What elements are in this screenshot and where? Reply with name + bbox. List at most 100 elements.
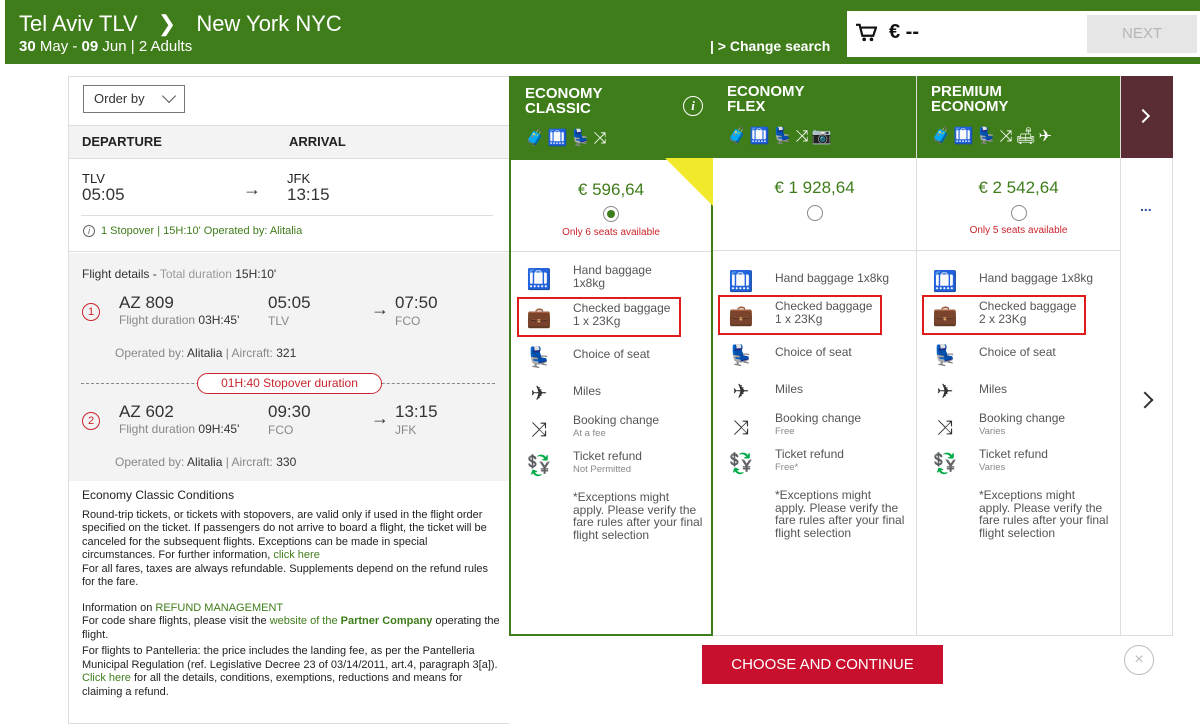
checked-baggage-icon: 💼 — [526, 307, 552, 329]
flight-summary[interactable]: TLV 05:05 → JFK 13:15 — [69, 159, 510, 252]
order-by-label: Order by — [94, 91, 145, 106]
segment-flight: AZ 809 — [119, 293, 174, 312]
choose-and-continue-button[interactable]: CHOOSE AND CONTINUE — [702, 645, 943, 684]
destination: New York NYC — [196, 11, 342, 36]
total-duration-value: 15H:10' — [235, 267, 277, 281]
hand-baggage-icon: 🛄 — [932, 271, 958, 293]
fare-radio[interactable] — [1011, 205, 1027, 221]
exceptions-note: *Exceptions might apply. Please verify t… — [775, 488, 905, 540]
seat-icon: 💺 — [526, 347, 552, 369]
fare-price: € 596,64 — [577, 180, 645, 199]
refund-click-here-link[interactable]: Click here — [82, 672, 131, 684]
refund-icon: 💱 — [526, 455, 552, 477]
fare-radio[interactable] — [807, 205, 823, 221]
conditions-paragraph: For all fares, taxes are always refundab… — [82, 562, 489, 589]
summary-dep-time: 05:05 — [82, 185, 125, 204]
partner-website-link[interactable]: website of the Partner Company — [270, 615, 433, 627]
bottom-divider — [713, 635, 1173, 636]
feature-seat: 💺 Choice of seat — [525, 342, 705, 378]
top-bar: Tel Aviv TLV ❯ New York NYC 30 May - 09 … — [5, 0, 1200, 64]
fare-economy-classic[interactable]: ECONOMY CLASSIC i 🧳🛄💺⤨ € 596,64 Only 6 s… — [509, 76, 713, 636]
segment-operator: Operated by: Alitalia | Aircraft: 321 — [115, 346, 297, 360]
fare-radio[interactable] — [603, 206, 619, 222]
click-here-link[interactable]: click here — [273, 549, 319, 561]
pantelleria-paragraph: For flights to Pantelleria: the price in… — [82, 645, 498, 671]
refund-management-link[interactable]: REFUND MANAGEMENT — [155, 602, 283, 614]
segment-number: 2 — [82, 412, 100, 430]
feature-ticket-refund: 💱 Ticket refund Varies — [931, 448, 1111, 484]
fare-title: ECONOMY FLEX — [727, 83, 805, 115]
refund-icon: 💱 — [728, 453, 754, 475]
hand-baggage-icon: 🛄 — [526, 269, 552, 291]
stopover-duration-pill: 01H:40 Stopover duration — [197, 373, 382, 394]
feature-ticket-refund: 💱 Ticket refund Not Permitted — [525, 450, 705, 486]
order-by-select[interactable]: Order by — [83, 85, 185, 113]
arrow-right-icon: → — [371, 299, 389, 319]
arrival-header: ARRIVAL — [289, 134, 346, 149]
fare-header: ECONOMY CLASSIC i 🧳🛄💺⤨ — [511, 78, 711, 160]
refund-icon: 💱 — [932, 453, 958, 475]
date-to-month: Jun — [102, 38, 127, 55]
segment-flight: AZ 602 — [119, 402, 174, 421]
next-button[interactable]: NEXT — [1087, 15, 1197, 53]
route-title: Tel Aviv TLV ❯ New York NYC — [19, 11, 342, 37]
arrow-right-icon: → — [371, 408, 389, 428]
close-icon[interactable]: × — [1124, 645, 1154, 675]
feature-miles: ✈ Miles — [525, 378, 705, 414]
hand-baggage-icon: 🛄 — [728, 271, 754, 293]
next-fares-button[interactable] — [1121, 76, 1173, 158]
segment-arr-time: 13:15 — [395, 402, 438, 421]
fare-title: PREMIUM ECONOMY — [931, 83, 1009, 115]
miles-wing-icon: ✈ — [530, 383, 548, 405]
more-dots[interactable]: ... — [1140, 198, 1152, 214]
refund-info: Information on REFUND MANAGEMENT — [82, 601, 284, 614]
segment-arr-airport: JFK — [395, 423, 417, 437]
shuffle-icon: ⤨ — [733, 417, 749, 439]
arrow-right-icon: → — [243, 179, 261, 199]
fare-feature-icons: 🧳🛄💺⤨🛋✈ — [931, 128, 1055, 145]
trip-dates: 30 May - 09 Jun | 2 Adults — [19, 38, 193, 55]
seat-icon: 💺 — [728, 345, 754, 367]
feature-booking-change: ⤨ Booking change Free — [727, 412, 907, 448]
total-duration-label: Total duration — [159, 267, 232, 281]
chevron-right-icon — [1135, 108, 1151, 124]
feature-booking-change: ⤨ Booking change Varies — [931, 412, 1111, 448]
summary-dep-code: TLV — [82, 171, 105, 186]
feature-hand-baggage: 🛄 Hand baggage 1x8kg — [525, 264, 705, 300]
info-icon: i — [83, 225, 95, 237]
segment-number: 1 — [82, 303, 100, 321]
fare-price: € 2 542,64 — [978, 178, 1059, 197]
exceptions-note: *Exceptions might apply. Please verify t… — [573, 490, 703, 542]
segment-dep-airport: FCO — [268, 423, 294, 437]
feature-checked-baggage: 💼 Checked baggage 2 x 23Kg — [931, 300, 1111, 336]
fare-divider — [917, 250, 1120, 251]
conditions-paragraph: Round-trip tickets, or tickets with stop… — [82, 508, 487, 562]
segment-dep-time: 09:30 — [268, 402, 311, 421]
feature-miles: ✈ Miles — [931, 376, 1111, 412]
summary-divider — [81, 215, 493, 216]
flight-details: Flight details - Total duration 15H:10' … — [69, 253, 510, 481]
flight-details-title: Flight details - Total duration 15H:10' — [82, 267, 277, 281]
info-icon[interactable]: i — [683, 96, 703, 116]
fare-premium-economy[interactable]: PREMIUM ECONOMY 🧳🛄💺⤨🛋✈ € 2 542,64 Only 5… — [917, 76, 1121, 636]
fare-economy-flex[interactable]: ECONOMY FLEX 🧳🛄💺⤨📷 € 1 928,64 🛄 Hand bag… — [713, 76, 917, 636]
segment-arr-airport: FCO — [395, 314, 421, 328]
miles-wing-icon: ✈ — [936, 381, 954, 403]
fare-price: € 1 928,64 — [774, 178, 855, 197]
fare-divider — [713, 250, 916, 251]
segment-operator: Operated by: Alitalia | Aircraft: 330 — [115, 455, 297, 469]
change-search-link[interactable]: | > Change search — [710, 38, 830, 54]
stopover-info: 1 Stopover | 15H:10' Operated by: Alital… — [101, 225, 303, 237]
cart-price: € -- — [889, 21, 919, 43]
shuffle-icon: ⤨ — [531, 419, 547, 441]
miles-wing-icon: ✈ — [732, 381, 750, 403]
checked-baggage-icon: 💼 — [728, 305, 754, 327]
checked-baggage-icon: 💼 — [932, 305, 958, 327]
date-from-month: May — [39, 38, 69, 55]
feature-booking-change: ⤨ Booking change At a fee — [525, 414, 705, 450]
cart-icon[interactable] — [855, 23, 877, 43]
seats-available: Only 5 seats available — [969, 225, 1068, 236]
departure-header: DEPARTURE — [82, 134, 162, 149]
feature-ticket-refund: 💱 Ticket refund Free* — [727, 448, 907, 484]
segment-dep-airport: TLV — [268, 314, 290, 328]
